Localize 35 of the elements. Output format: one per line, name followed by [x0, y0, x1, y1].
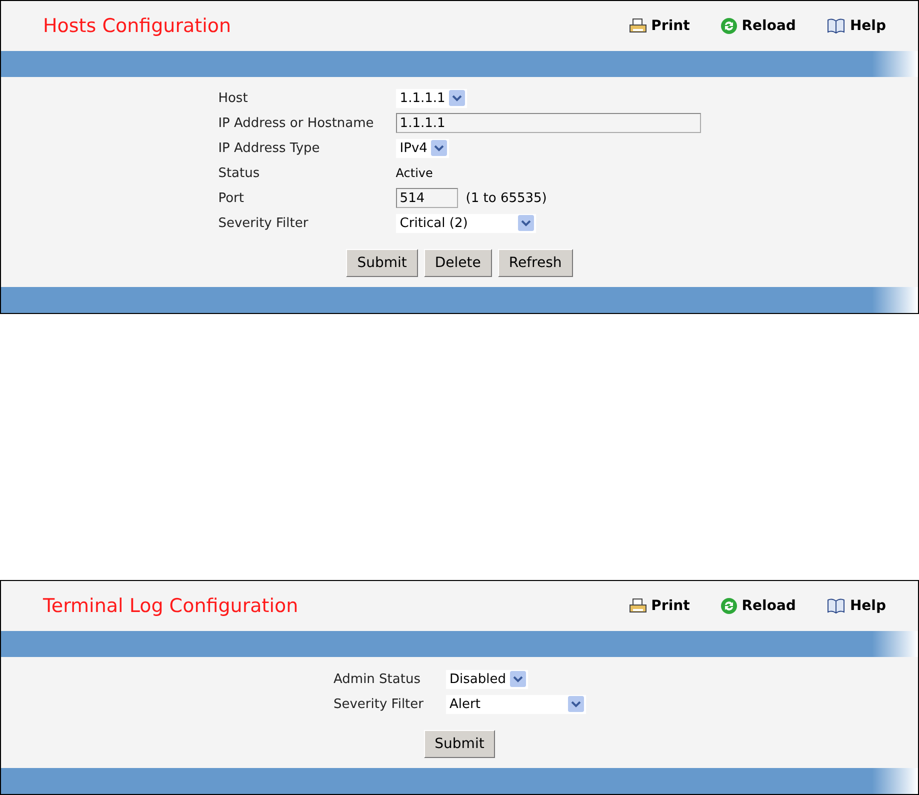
field-label: Port	[218, 190, 245, 208]
field-label: Admin Status	[333, 670, 422, 688]
form-button[interactable]: Submit	[346, 249, 418, 277]
form-button[interactable]: Submit	[424, 730, 496, 758]
reload-icon	[720, 17, 738, 35]
toolbar-link[interactable]: Reload	[720, 17, 796, 35]
toolbar-link[interactable]: Help	[826, 18, 886, 34]
toolbar-link[interactable]: Reload	[720, 597, 796, 615]
reload-icon	[720, 597, 738, 615]
toolbar-link[interactable]: Help	[826, 598, 886, 614]
printer-icon	[629, 18, 648, 34]
text-input[interactable]: 514	[396, 188, 458, 208]
book-icon	[826, 18, 846, 34]
range-hint: (1 to 65535)	[466, 190, 547, 206]
book-icon	[826, 598, 846, 614]
dropdown[interactable]: Alert	[446, 694, 586, 714]
status-value: Active	[396, 166, 433, 180]
printer-icon	[629, 598, 648, 614]
dropdown[interactable]: Disabled	[446, 670, 528, 688]
field-label: Host	[218, 90, 249, 108]
page-title: Terminal Log Configuration	[43, 595, 298, 617]
dropdown[interactable]: Critical (2)	[396, 214, 536, 232]
dropdown[interactable]: 1.1.1.1	[396, 88, 468, 108]
field-label: IP Address or Hostname	[218, 114, 374, 132]
field-label: Status	[218, 164, 261, 182]
field-label: Severity Filter	[218, 214, 310, 232]
form-button[interactable]: Refresh	[498, 249, 573, 277]
toolbar-link[interactable]: Print	[629, 598, 690, 614]
dropdown[interactable]: IPv4	[396, 138, 450, 158]
page-title: Hosts Configuration	[43, 15, 232, 37]
toolbar-link[interactable]: Print	[629, 18, 690, 34]
text-input[interactable]: 1.1.1.1	[396, 113, 701, 133]
form-button[interactable]: Delete	[424, 249, 492, 277]
field-label: Severity Filter	[333, 696, 424, 714]
field-label: IP Address Type	[218, 140, 321, 158]
